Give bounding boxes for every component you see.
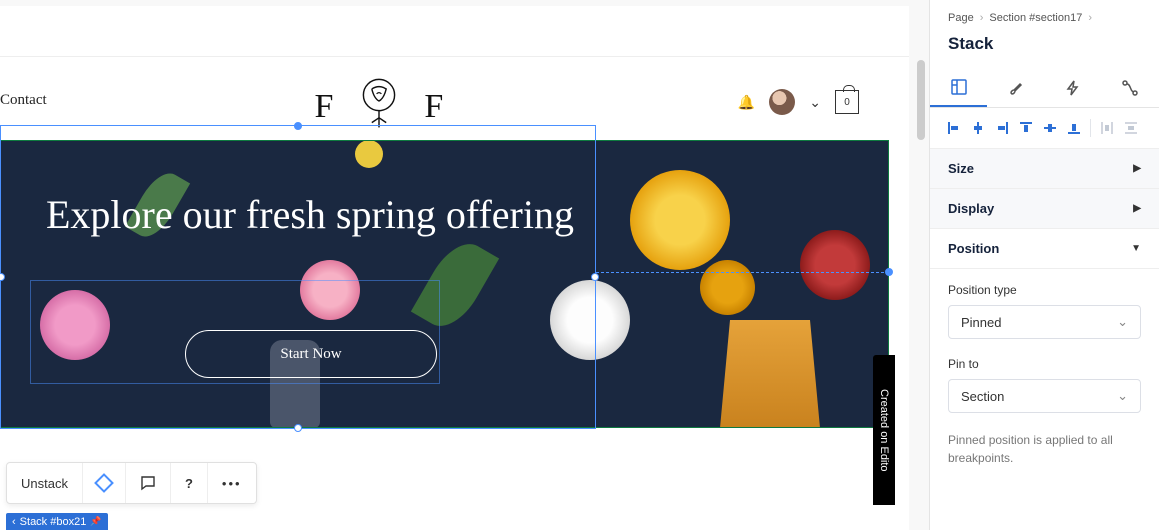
section-label: Display (948, 201, 994, 216)
decor-flower (630, 170, 730, 270)
position-fields: Position type Pinned ⌄ Pin to Section ⌄ … (930, 269, 1159, 481)
position-type-select[interactable]: Pinned ⌄ (948, 305, 1141, 339)
distribute-v[interactable] (1121, 118, 1141, 138)
avatar[interactable] (769, 89, 795, 115)
chevron-down-icon: ⌄ (1117, 388, 1128, 404)
align-top[interactable] (1016, 118, 1036, 138)
site-header: Contact F F 🔔 ⌄ 0 (0, 56, 909, 136)
bell-icon[interactable]: 🔔 (738, 94, 755, 111)
floating-toolbar: Unstack ? ••• (6, 462, 257, 504)
site-logo[interactable]: F F (315, 77, 445, 137)
chevron-down-icon[interactable]: ⌄ (809, 94, 821, 111)
decor-leaf (411, 234, 499, 337)
hero-section: Explore our fresh spring offering Start … (0, 140, 889, 428)
scrollbar-thumb[interactable] (917, 60, 925, 140)
section-label: Size (948, 161, 974, 176)
selected-element-tag[interactable]: ‹ Stack #box21 📌 (6, 513, 108, 530)
dots-icon: ••• (222, 476, 242, 491)
decor-flower (300, 260, 360, 320)
separator (1090, 119, 1091, 137)
hint-text: Pinned position is applied to all breakp… (948, 431, 1141, 467)
hero-headline: Explore our fresh spring offering (0, 190, 620, 240)
logo-letter-left: F (315, 88, 335, 126)
chevron-down-icon: ▼ (1131, 243, 1141, 254)
created-on-badge[interactable]: Created on Edito (873, 355, 895, 505)
nav-link-contact[interactable]: Contact (0, 92, 47, 109)
unstack-label: Unstack (21, 476, 68, 491)
section-size[interactable]: Size ▶ (930, 149, 1159, 189)
decor-flower (550, 280, 630, 360)
inspector-panel: Page › Section #section17 › Stack Size ▶ (929, 0, 1159, 530)
decor-flower (700, 260, 755, 315)
canvas-area: Contact F F 🔔 ⌄ 0 (0, 0, 929, 530)
snap-handle[interactable] (885, 268, 893, 276)
path-icon (1122, 80, 1138, 96)
decor-flower (355, 140, 383, 168)
comment-button[interactable] (126, 463, 171, 503)
chevron-right-icon: › (1088, 12, 1092, 24)
help-button[interactable]: ? (171, 463, 208, 503)
align-h-center[interactable] (968, 118, 988, 138)
bolt-icon (1065, 80, 1081, 96)
animation-button[interactable] (83, 463, 126, 503)
pin-icon: 📌 (90, 516, 101, 527)
chevron-right-icon: ▶ (1133, 203, 1141, 214)
panel-title: Stack (930, 24, 1159, 68)
select-value: Pinned (961, 315, 1001, 330)
chevron-right-icon: ▶ (1133, 163, 1141, 174)
breadcrumb-item[interactable]: Page (948, 12, 974, 24)
align-left[interactable] (944, 118, 964, 138)
decor-flower (800, 230, 870, 300)
unstack-button[interactable]: Unstack (7, 463, 83, 503)
alignment-row (930, 108, 1159, 149)
tab-more[interactable] (1102, 68, 1159, 107)
decor-vase (720, 320, 820, 428)
chevron-down-icon: ⌄ (1117, 314, 1128, 330)
field-label: Position type (948, 283, 1141, 297)
section-position[interactable]: Position ▼ (930, 229, 1159, 269)
distribute-h[interactable] (1097, 118, 1117, 138)
chevron-right-icon: › (980, 12, 984, 24)
breadcrumb: Page › Section #section17 › (930, 0, 1159, 24)
diamond-icon (94, 473, 114, 493)
layout-icon (951, 79, 967, 95)
align-right[interactable] (992, 118, 1012, 138)
tag-label: Stack #box21 (20, 516, 87, 528)
brush-icon (1008, 80, 1024, 96)
scrollbar[interactable] (917, 60, 925, 460)
field-label: Pin to (948, 357, 1141, 371)
tab-design[interactable] (987, 68, 1044, 107)
select-value: Section (961, 389, 1004, 404)
chevron-left-icon: ‹ (12, 516, 16, 528)
align-v-center[interactable] (1040, 118, 1060, 138)
comment-icon (140, 475, 156, 491)
tab-interactions[interactable] (1045, 68, 1102, 107)
tab-layout[interactable] (930, 68, 987, 107)
pin-to-select[interactable]: Section ⌄ (948, 379, 1141, 413)
cart-icon[interactable]: 0 (835, 90, 859, 114)
breadcrumb-item[interactable]: Section #section17 (989, 12, 1082, 24)
hero-cta-button[interactable]: Start Now (185, 330, 437, 378)
more-button[interactable]: ••• (208, 463, 256, 503)
panel-tabs (930, 68, 1159, 108)
question-icon: ? (185, 476, 193, 491)
section-display[interactable]: Display ▶ (930, 189, 1159, 229)
header-actions: 🔔 ⌄ 0 (738, 89, 859, 115)
align-bottom[interactable] (1064, 118, 1084, 138)
decor-flower (40, 290, 110, 360)
logo-letter-right: F (424, 88, 444, 126)
section-label: Position (948, 241, 999, 256)
rose-icon (354, 77, 404, 137)
